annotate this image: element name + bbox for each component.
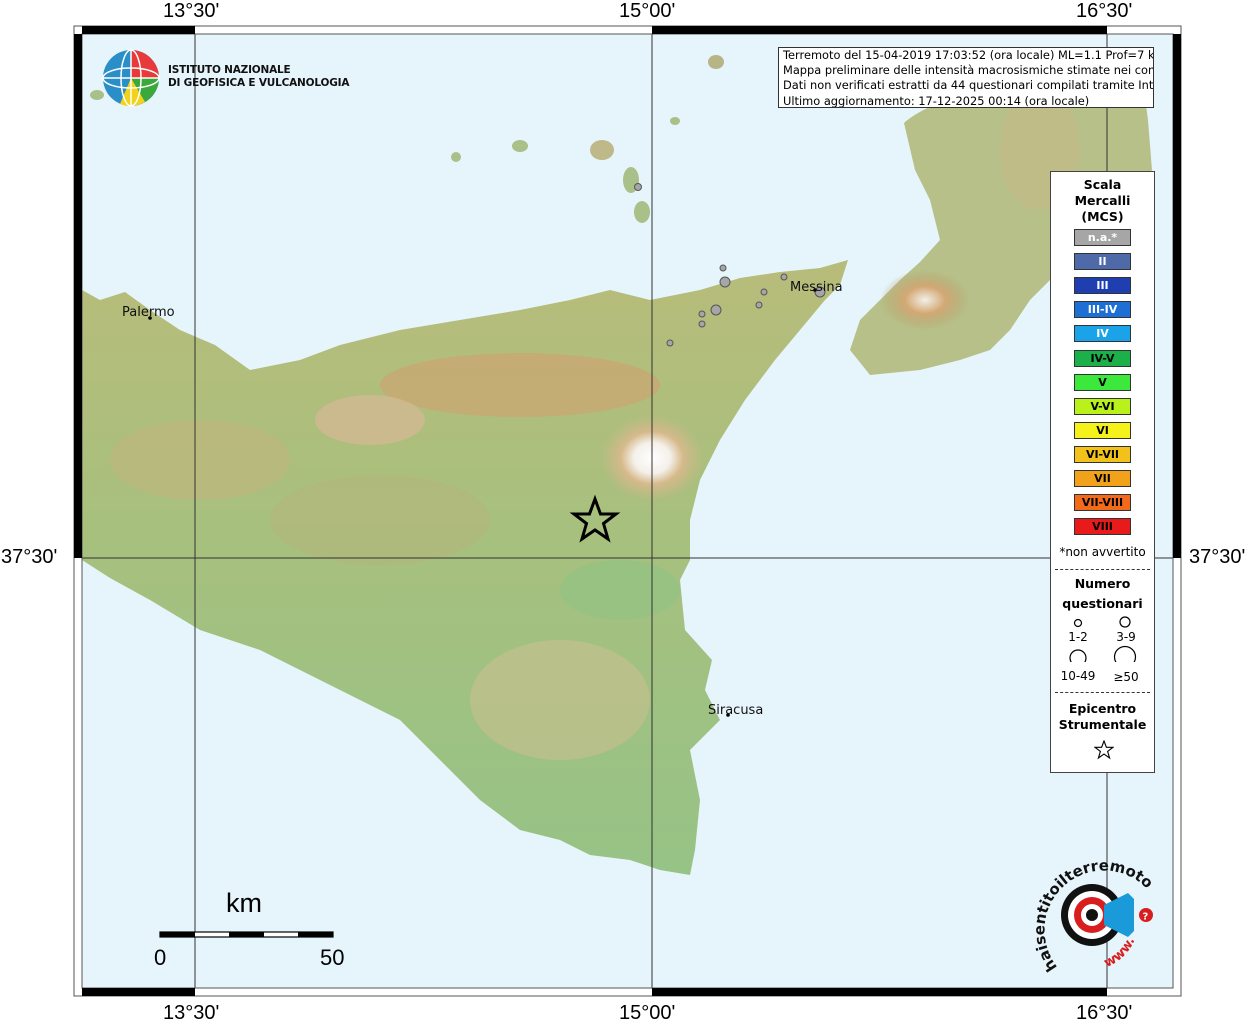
legend-title-line1: Scala: [1083, 177, 1122, 192]
city-label-messina: Messina: [790, 280, 843, 295]
island-filicudi: [512, 140, 528, 152]
mcs-scale-item: VII-VIII: [1074, 494, 1131, 512]
nebrodi-range: [380, 353, 660, 417]
scale-unit: km: [226, 888, 262, 918]
count-10-49-icon: [1069, 649, 1087, 662]
point-na: [755, 301, 763, 309]
count-10-49-label: 10-49: [1060, 669, 1096, 683]
ingv-name-line2: DI GEOFISICA E VULCANOLOGIA: [168, 77, 350, 89]
epicenter-title-line2: Strumentale: [1058, 717, 1147, 732]
mcs-scale-item: V-VI: [1074, 397, 1131, 415]
island-alicudi: [451, 152, 461, 162]
coord-top-right: 16°30': [1076, 0, 1133, 22]
western-hills: [110, 420, 290, 500]
point-na: [760, 288, 768, 296]
haisentito-arc-text: haisentitoilterremoto.it: [1020, 850, 1157, 975]
point-na: [666, 339, 674, 347]
mcs-legend: Scala Mercalli (MCS) n.a.* II III III-IV IV I…: [1050, 171, 1155, 773]
mcs-scale-item: VI: [1074, 421, 1131, 439]
event-info-line3: Dati non verificati estratti da 44 quest…: [783, 78, 1154, 93]
point-na: [719, 276, 731, 288]
central-hills: [270, 475, 490, 565]
legend-title-line3: (MCS): [1081, 209, 1124, 224]
point-na: [719, 264, 727, 272]
mcs-scale-item: VIII: [1074, 518, 1131, 536]
event-info-line1: Terremoto del 15-04-2019 17:03:52 (ora l…: [783, 48, 1154, 62]
point-na: [634, 183, 642, 191]
count-title-line1: Numero: [1074, 576, 1131, 591]
scale-bar: [159, 931, 334, 938]
island-salina: [590, 140, 614, 160]
coord-left-lat: 37°30': [1, 546, 58, 568]
legend-divider: [1055, 692, 1150, 693]
mcs-scale-item: II: [1074, 253, 1131, 271]
island-panarea: [670, 117, 680, 125]
count-50-label: ≥50: [1113, 670, 1139, 684]
haisentito-wordmark: haisentitoilterremoto.it www.: [1020, 850, 1157, 975]
mcs-scale-item: III-IV: [1074, 301, 1131, 319]
count-title-line2: questionari: [1062, 596, 1143, 611]
legend-divider: [1055, 569, 1150, 570]
ingv-globe-logo: [102, 49, 160, 107]
city-label-palermo: Palermo: [122, 305, 175, 320]
event-info-line4: Ultimo aggiornamento: 17-12-2025 00:14 (…: [783, 93, 1090, 108]
count-title: Numero questionari: [1051, 574, 1154, 614]
ingv-name: ISTITUTO NAZIONALE DI GEOFISICA E VULCAN…: [168, 64, 349, 90]
event-info-line2: Mappa preliminare delle intensità macros…: [783, 63, 1154, 78]
legend-title-line2: Mercalli: [1074, 193, 1131, 208]
scale-max: 50: [320, 945, 345, 970]
mcs-scale-item: VI-VII: [1074, 445, 1131, 463]
mcs-scale-item: IV: [1074, 325, 1131, 343]
svg-text:www.: www.: [1102, 935, 1139, 971]
point-na: [698, 320, 706, 328]
coord-bottom-left: 13°30': [163, 1002, 220, 1024]
coord-right-lat: 37°30': [1189, 546, 1246, 568]
city-label-siracusa: Siracusa: [708, 703, 764, 718]
island-ustica: [90, 90, 104, 100]
point-na: [698, 310, 706, 318]
island-stromboli: [708, 55, 724, 69]
count-1-2-label: 1-2: [1068, 630, 1088, 644]
legend-title: Scala Mercalli (MCS): [1051, 177, 1154, 225]
scale-min: 0: [154, 945, 167, 970]
coord-bottom-mid: 15°00': [619, 1002, 676, 1024]
count-3-9-icon: [1119, 616, 1131, 628]
epicenter-title: Epicentro Strumentale: [1051, 701, 1154, 733]
point-na: [780, 273, 788, 281]
island-vulcano: [634, 201, 650, 223]
event-info-box: Terremoto del 15-04-2019 17:03:52 (ora l…: [778, 47, 1154, 108]
coord-bottom-right: 16°30': [1076, 1002, 1133, 1024]
coord-top-mid: 15°00': [619, 0, 676, 22]
mcs-scale-item: V: [1074, 373, 1131, 391]
count-1-2-icon: [1073, 618, 1083, 628]
count-50-icon: [1113, 645, 1137, 662]
ingv-name-line1: ISTITUTO NAZIONALE: [168, 64, 291, 76]
iblei-hills: [470, 640, 650, 760]
haisentito-www: www.: [1102, 935, 1139, 971]
count-3-9-label: 3-9: [1116, 630, 1136, 644]
not-felt-note: *non avvertito: [1059, 545, 1146, 559]
mcs-scale-item: VII: [1074, 470, 1131, 487]
mcs-scale-item: III: [1074, 277, 1131, 295]
calabria-peak: [880, 270, 970, 330]
point-na: [710, 304, 722, 316]
epicenter-legend-star-icon: [1094, 740, 1114, 760]
mcs-scale-item: n.a.*: [1074, 229, 1131, 246]
epicenter-title-line1: Epicentro: [1068, 701, 1137, 716]
madonie-range: [315, 395, 425, 445]
catania-plain: [560, 560, 680, 620]
coord-top-left: 13°30': [163, 0, 220, 22]
svg-text:haisentitoilterremoto.it: haisentitoilterremoto.it: [1020, 850, 1157, 975]
mcs-scale-item: IV-V: [1074, 349, 1131, 367]
